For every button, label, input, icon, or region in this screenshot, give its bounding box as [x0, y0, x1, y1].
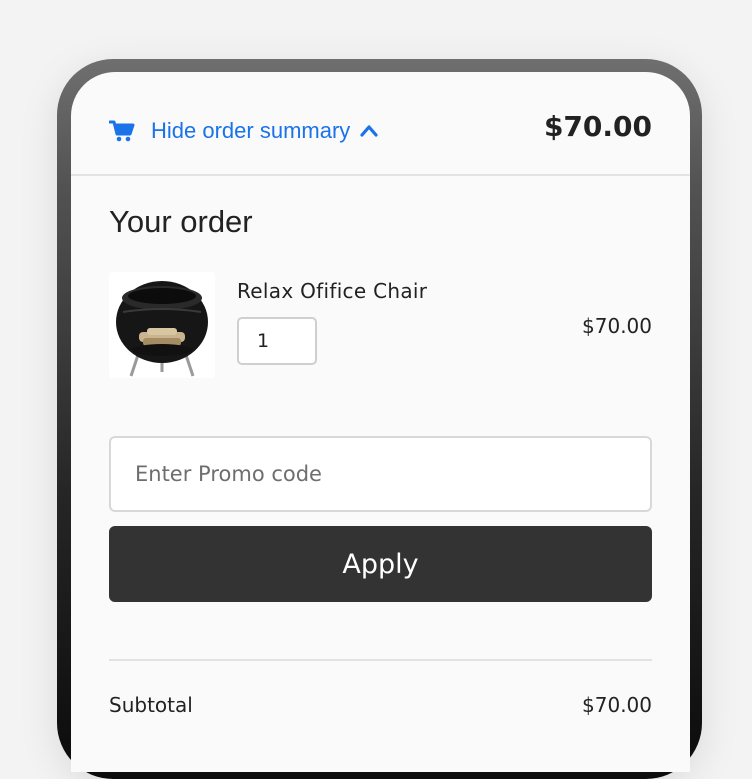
chevron-up-icon	[360, 124, 378, 138]
your-order-heading: Your order	[109, 204, 253, 239]
quantity-input[interactable]	[237, 317, 317, 365]
order-summary-bar: Hide order summary $70.00	[71, 72, 690, 176]
checkout-screen: Hide order summary $70.00 Your order Rel…	[71, 72, 690, 772]
product-name: Relax Ofifice Chair	[237, 279, 428, 303]
cart-icon	[109, 120, 135, 142]
promo-code-input[interactable]	[109, 436, 652, 512]
hide-order-summary-toggle[interactable]: Hide order summary	[109, 116, 378, 146]
hide-order-summary-label: Hide order summary	[151, 118, 351, 143]
apply-button[interactable]: Apply	[109, 526, 652, 602]
order-total: $70.00	[543, 110, 652, 143]
product-image	[109, 272, 215, 378]
line-item-price: $70.00	[582, 314, 652, 338]
fire-pit-chair-image	[116, 281, 208, 377]
subtotal-label: Subtotal	[109, 693, 193, 717]
subtotal-value: $70.00	[582, 693, 652, 717]
divider	[109, 659, 652, 661]
